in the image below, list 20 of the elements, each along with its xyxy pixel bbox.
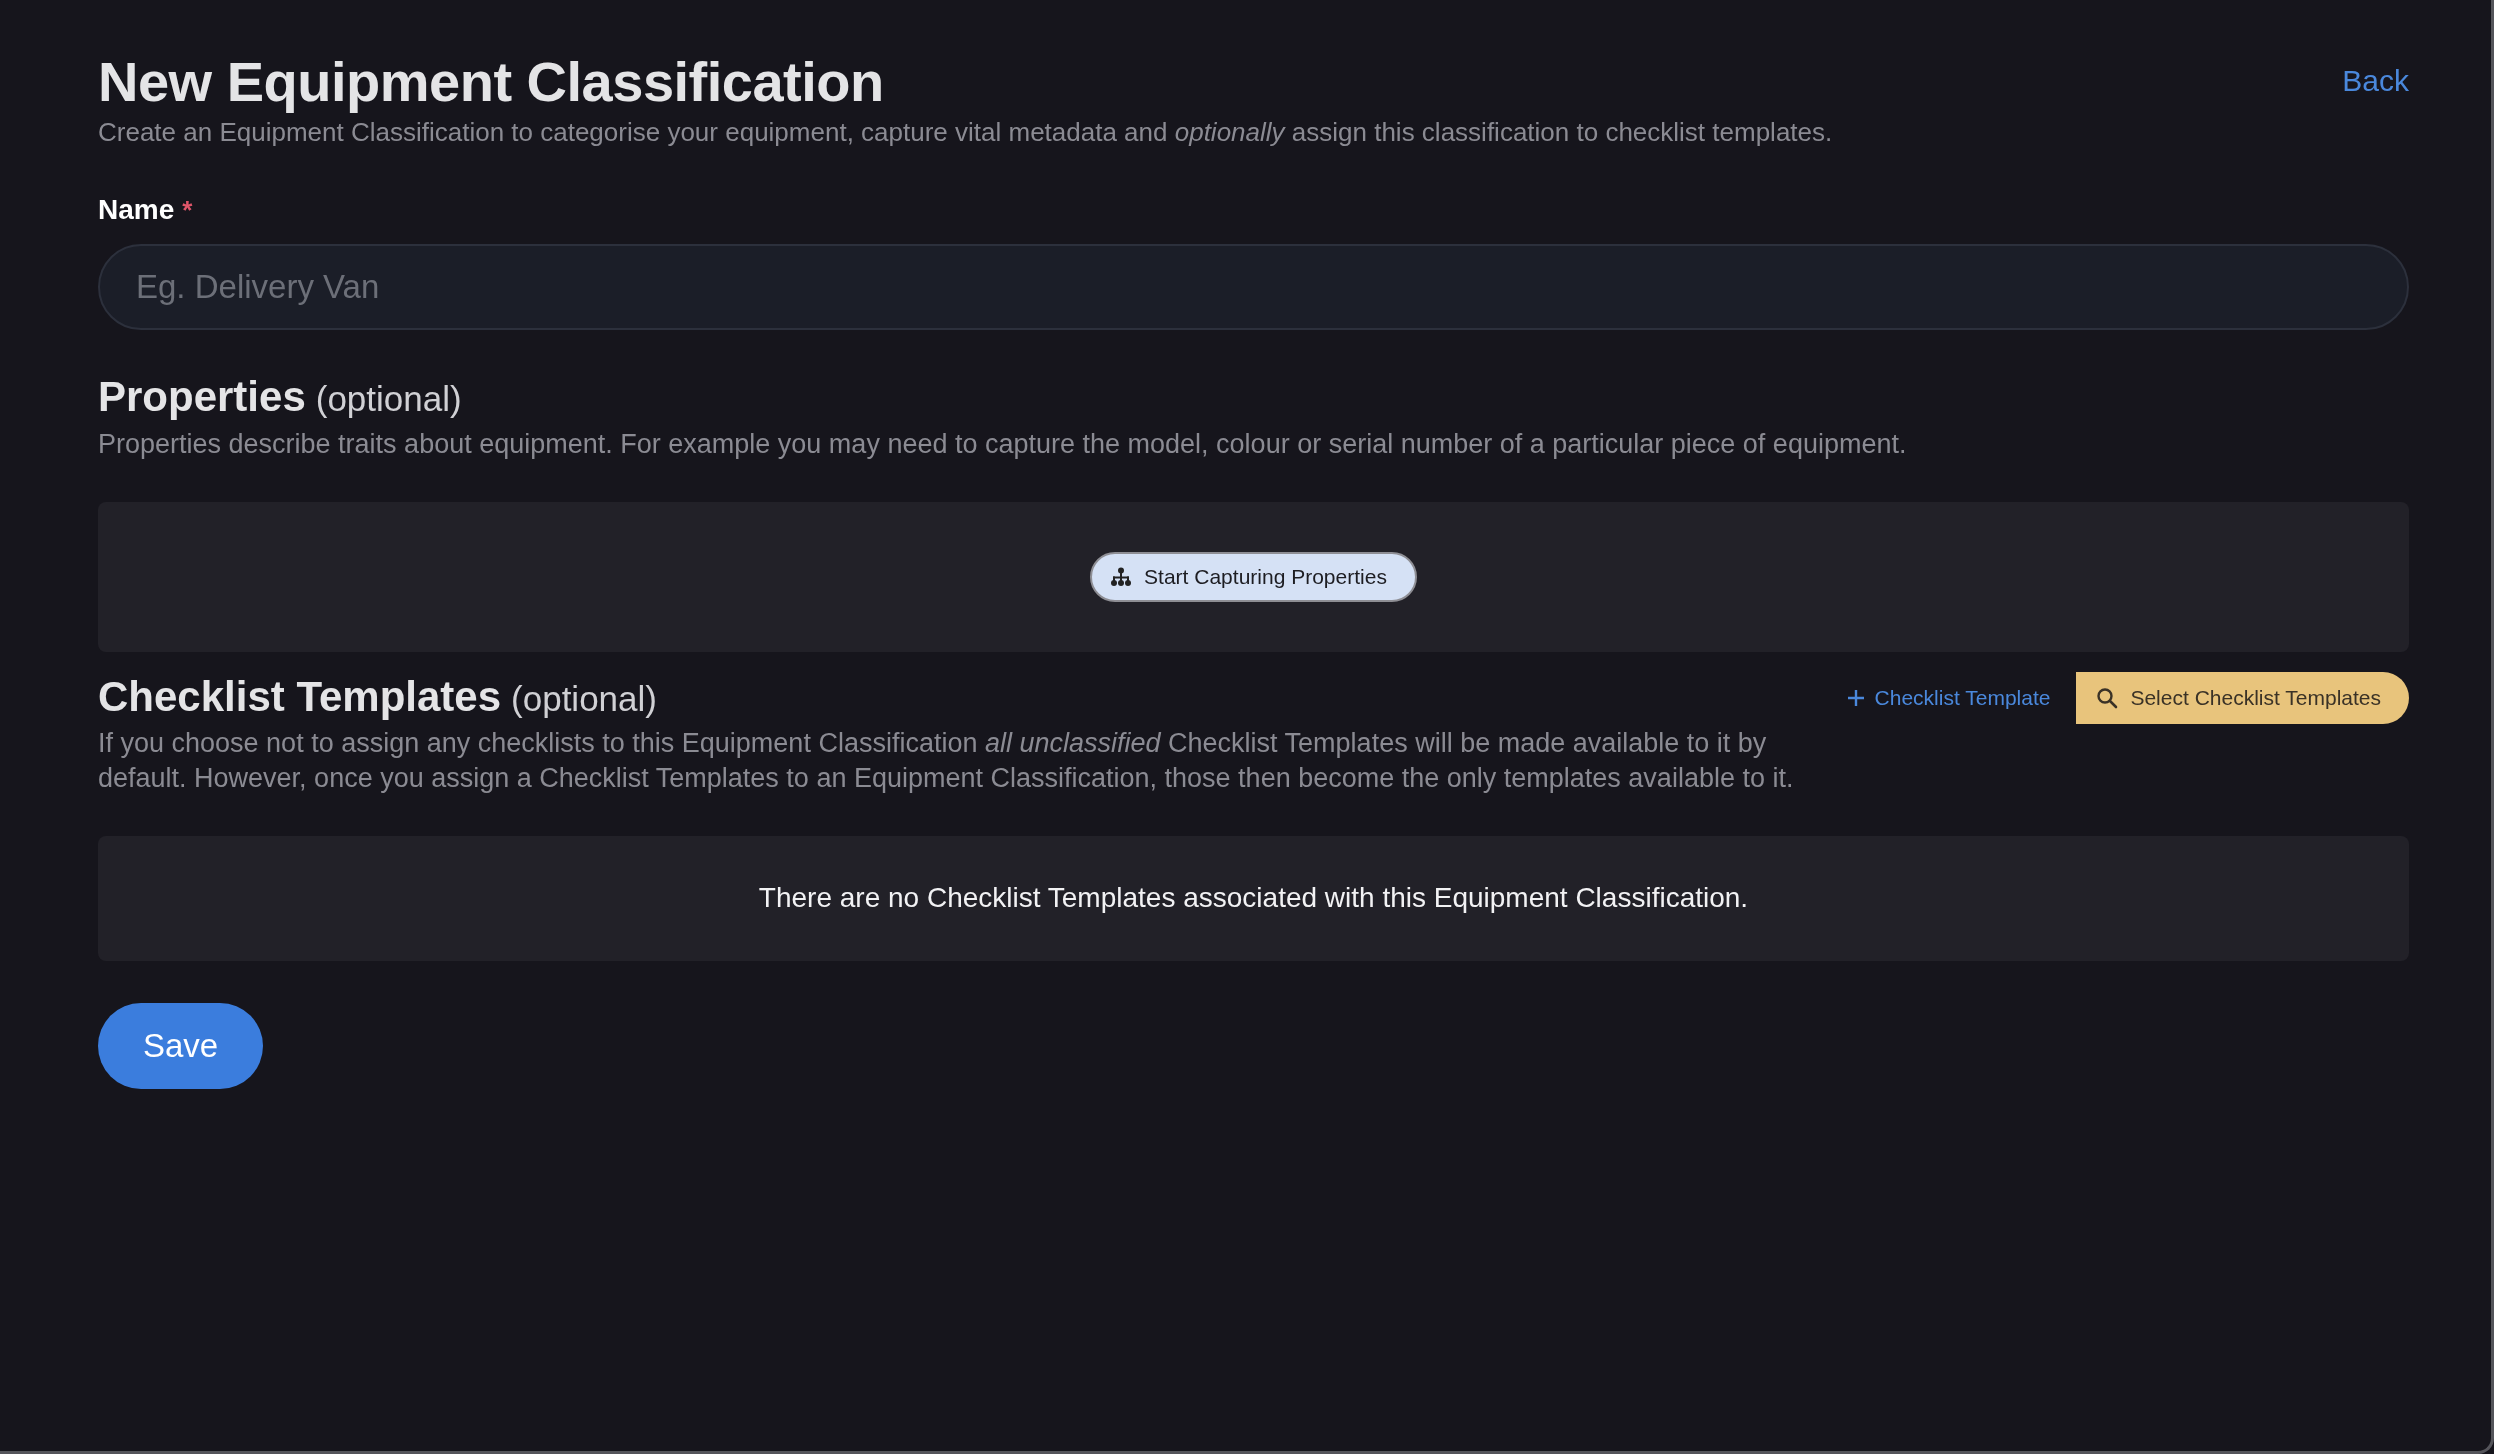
section-title: Properties [98, 372, 306, 423]
search-icon [2096, 686, 2119, 709]
empty-state-message: There are no Checklist Templates associated with this Equipment Classification. [758, 882, 1749, 915]
section-description: Properties describe traits about equipment. For example you may need to capture the model, colour or serial number of a particular piece of equipment. [98, 427, 1908, 461]
page-description: Create an Equipment Classification to categorise your equipment, capture vital metadata and optionally assign this classification to checklist templates. [98, 116, 1833, 150]
plus-icon [1846, 688, 1865, 707]
back-link[interactable]: Back [2342, 64, 2409, 98]
section-title: Checklist Templates [98, 671, 502, 722]
page-title: New Equipment Classification [98, 50, 885, 115]
add-checklist-template-button[interactable]: Checklist Template [1846, 685, 2051, 710]
start-capturing-button[interactable]: Start Capturing Properties [1090, 551, 1417, 602]
optional-note: (optional) [315, 378, 462, 421]
select-checklist-templates-button[interactable]: Select Checklist Templates [2076, 671, 2409, 724]
hierarchy-icon [1110, 566, 1133, 587]
name-field[interactable]: Eg. Delivery Van [98, 244, 2409, 331]
save-button[interactable]: Save [98, 1002, 264, 1089]
required-mark: * [182, 195, 193, 227]
optional-note: (optional) [511, 677, 657, 720]
section-description: If you choose not to assign any checklists to this Equipment Classification all unclassified Checklist Templates will be made available to it by default. However, once you assign a Checklist Templates to an Equipment Classification, those then become the only templates available to it. [98, 726, 1795, 795]
field-label: Name [98, 194, 175, 227]
